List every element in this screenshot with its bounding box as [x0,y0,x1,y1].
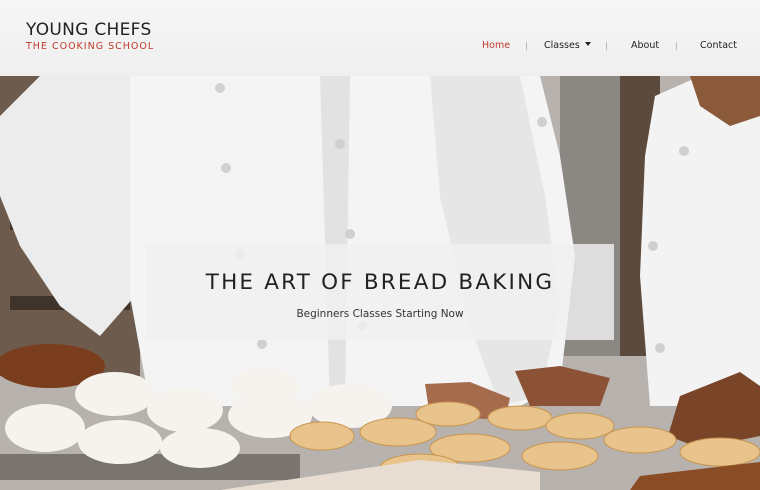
main-nav: Home Classes About Contact [0,40,760,56]
logo-title: YOUNG CHEFS [26,20,152,40]
hero-banner: THE ART OF BREAD BAKING Beginners Classe… [0,76,760,490]
nav-item-home[interactable]: Home [482,40,510,51]
nav-item-classes-label: Classes [544,40,580,51]
nav-divider [676,42,677,50]
hero-title: THE ART OF BREAD BAKING [205,270,555,295]
hero-subtitle: Beginners Classes Starting Now [296,308,464,320]
hero-caption: THE ART OF BREAD BAKING Beginners Classe… [146,244,614,340]
caret-down-icon [584,42,591,46]
nav-item-about[interactable]: About [631,40,659,51]
nav-item-classes[interactable]: Classes [544,40,591,51]
nav-divider [526,42,527,50]
nav-divider [606,42,607,50]
site-header: YOUNG CHEFS THE COOKING SCHOOL Home Clas… [0,0,760,76]
nav-item-contact[interactable]: Contact [700,40,737,51]
